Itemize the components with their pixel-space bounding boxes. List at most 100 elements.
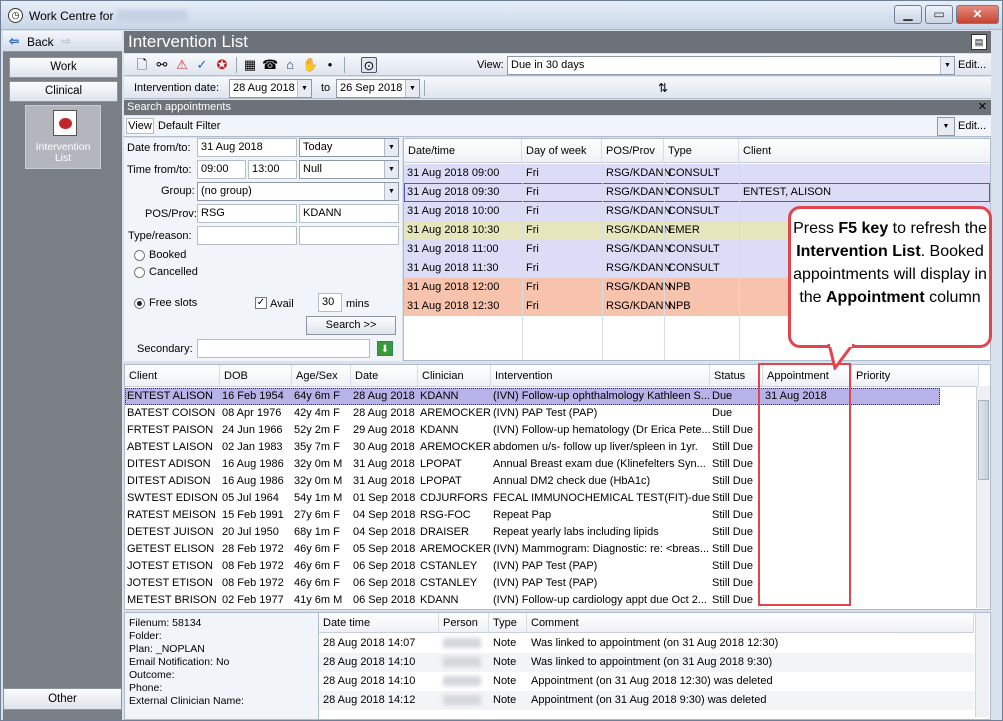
cell-clinician: AREMOCKER — [420, 407, 491, 419]
nav-other-button[interactable]: Other — [3, 688, 122, 710]
nav-clinical-button[interactable]: Clinical — [9, 81, 118, 102]
booked-radio[interactable] — [134, 250, 145, 261]
back-button[interactable]: ⇦ Back ⇨ — [3, 31, 122, 52]
cell-intervention: (IVN) Follow-up ophthalmology Kathleen S… — [493, 390, 710, 402]
cell-client: GETEST ELISON — [127, 543, 215, 555]
swap-icon[interactable]: ⇅ — [655, 80, 671, 96]
view-edit-link[interactable]: Edit... — [958, 59, 986, 71]
col-day-of-week[interactable]: Day of week — [522, 139, 602, 163]
col-type[interactable]: Type — [489, 613, 527, 633]
cell-client: DITEST ADISON — [127, 475, 211, 487]
callout-bold-1: F5 key — [838, 220, 889, 237]
col-status[interactable]: Status — [710, 365, 763, 387]
view-select-value: Due in 30 days — [511, 59, 585, 71]
cell-age-sex: 32y 0m M — [294, 475, 343, 487]
view-tab[interactable]: View — [126, 118, 154, 134]
history-row[interactable]: 28 Aug 2018 14:07 Note Was linked to appoi… — [319, 634, 974, 653]
grid-scrollbar[interactable] — [976, 386, 990, 608]
stop-icon[interactable]: ✪ — [214, 57, 230, 73]
cell-date: 04 Sep 2018 — [353, 509, 416, 521]
nav-work-button[interactable]: Work — [9, 57, 118, 78]
new-document-icon[interactable]: 🗋 — [134, 57, 150, 73]
history-scrollbar[interactable] — [975, 613, 989, 717]
appt-datetime: 31 Aug 2018 10:30 — [407, 224, 500, 236]
time-to-field[interactable]: 13:00 — [248, 160, 297, 179]
minimize-button[interactable]: ▁ — [894, 5, 922, 24]
hand-icon[interactable]: ✋ — [302, 57, 318, 73]
col-clinician[interactable]: Clinician — [418, 365, 491, 387]
time-preset-select[interactable]: Null ▼ — [299, 160, 399, 179]
col-type[interactable]: Type — [664, 139, 739, 163]
close-button[interactable]: ✕ — [956, 5, 999, 24]
cell-status: Still Due — [712, 594, 753, 606]
report-icon[interactable]: ▦ — [242, 57, 258, 73]
cell-clinician: RSG-FOC — [420, 509, 471, 521]
intervention-list-tile[interactable]: Intervention List — [25, 105, 101, 169]
prov-field[interactable]: KDANN — [299, 204, 399, 223]
group-select[interactable]: (no group) ▼ — [197, 182, 399, 201]
folder-text: Folder: — [129, 630, 162, 642]
reason-field[interactable] — [299, 226, 399, 245]
forward-arrow-icon[interactable]: ⇨ — [61, 34, 71, 48]
col-client[interactable]: Client — [739, 139, 990, 163]
search-button[interactable]: Search >> — [306, 316, 396, 335]
phone-icon[interactable]: ☎ — [262, 57, 278, 73]
warning-icon[interactable]: ⚠ — [174, 57, 190, 73]
date-preset-select[interactable]: Today ▼ — [299, 138, 399, 157]
col-client[interactable]: Client — [125, 365, 220, 387]
date-from-select[interactable]: 28 Aug 2018 ▼ — [229, 79, 312, 98]
col-date[interactable]: Date — [351, 365, 418, 387]
history-datetime: 28 Aug 2018 14:10 — [323, 675, 416, 687]
history-row[interactable]: 28 Aug 2018 14:10 Note Was linked to appoi… — [319, 653, 974, 672]
maximize-button[interactable]: ▭ — [925, 5, 953, 24]
type-field[interactable] — [197, 226, 297, 245]
mins-field[interactable]: 30 — [318, 293, 342, 312]
col-age-sex[interactable]: Age/Sex — [292, 365, 351, 387]
filter-edit-link[interactable]: Edit... — [958, 120, 986, 132]
avail-checkbox[interactable]: ✓ — [255, 297, 267, 309]
scrollbar-thumb[interactable] — [978, 400, 989, 480]
date-from-field[interactable]: 31 Aug 2018 — [197, 138, 297, 157]
col-posprov[interactable]: POS/Prov — [602, 139, 664, 163]
cell-clinician: CSTANLEY — [420, 577, 478, 589]
appt-day: Fri — [526, 300, 539, 312]
date-from-value: 28 Aug 2018 — [233, 82, 295, 94]
history-row[interactable]: 28 Aug 2018 14:10 Note Appointment (on 31 … — [319, 672, 974, 691]
time-from-field[interactable]: 09:00 — [197, 160, 246, 179]
appt-type: CONSULT — [668, 205, 720, 217]
col-person[interactable]: Person — [439, 613, 489, 633]
col-priority[interactable]: Priority — [852, 365, 979, 387]
col-date-time[interactable]: Date time — [319, 613, 439, 633]
date-to-select[interactable]: 26 Sep 2018 ▼ — [336, 79, 420, 98]
cell-status: Still Due — [712, 509, 753, 521]
free-slots-radio[interactable] — [134, 298, 145, 309]
check-icon[interactable]: ✓ — [194, 57, 210, 73]
secondary-field[interactable] — [197, 339, 370, 358]
col-intervention[interactable]: Intervention — [491, 365, 710, 387]
history-row[interactable]: 28 Aug 2018 14:12 Note Appointment (on 31 … — [319, 691, 974, 710]
appointment-row[interactable]: 31 Aug 2018 09:00 Fri RSG/KDANN CONSULT — [404, 164, 990, 183]
download-icon[interactable]: ⬇ — [377, 341, 393, 356]
cell-client: ENTEST ALISON — [127, 390, 213, 402]
print-icon[interactable]: ▤ — [971, 34, 987, 50]
appt-type: EMER — [668, 224, 700, 236]
view-select[interactable]: Due in 30 days ▼ — [507, 56, 955, 75]
refresh-search-icon[interactable]: ⊙ — [361, 57, 377, 73]
cell-age-sex: 52y 2m F — [294, 424, 340, 436]
col-datetime[interactable]: Date/time — [404, 139, 522, 163]
tile-label-2: List — [54, 152, 72, 164]
cancelled-radio[interactable] — [134, 267, 145, 278]
cell-age-sex: 46y 6m F — [294, 560, 340, 572]
filter-select[interactable]: ▼ — [937, 117, 955, 136]
pos-field[interactable]: RSG — [197, 204, 297, 223]
phone-text: Phone: — [129, 682, 163, 694]
close-search-icon[interactable]: ✕ — [978, 100, 987, 115]
building-icon[interactable]: ⌂ — [282, 57, 298, 73]
col-dob[interactable]: DOB — [220, 365, 292, 387]
link-icon[interactable]: ⚯ — [154, 57, 170, 73]
col-comment[interactable]: Comment — [527, 613, 974, 633]
appointment-row[interactable]: 31 Aug 2018 09:30 Fri RSG/KDANN CONSULT ENTE… — [404, 183, 990, 202]
cell-date: 06 Sep 2018 — [353, 577, 416, 589]
bullet-icon[interactable]: • — [322, 57, 338, 73]
history-type: Note — [493, 656, 517, 668]
